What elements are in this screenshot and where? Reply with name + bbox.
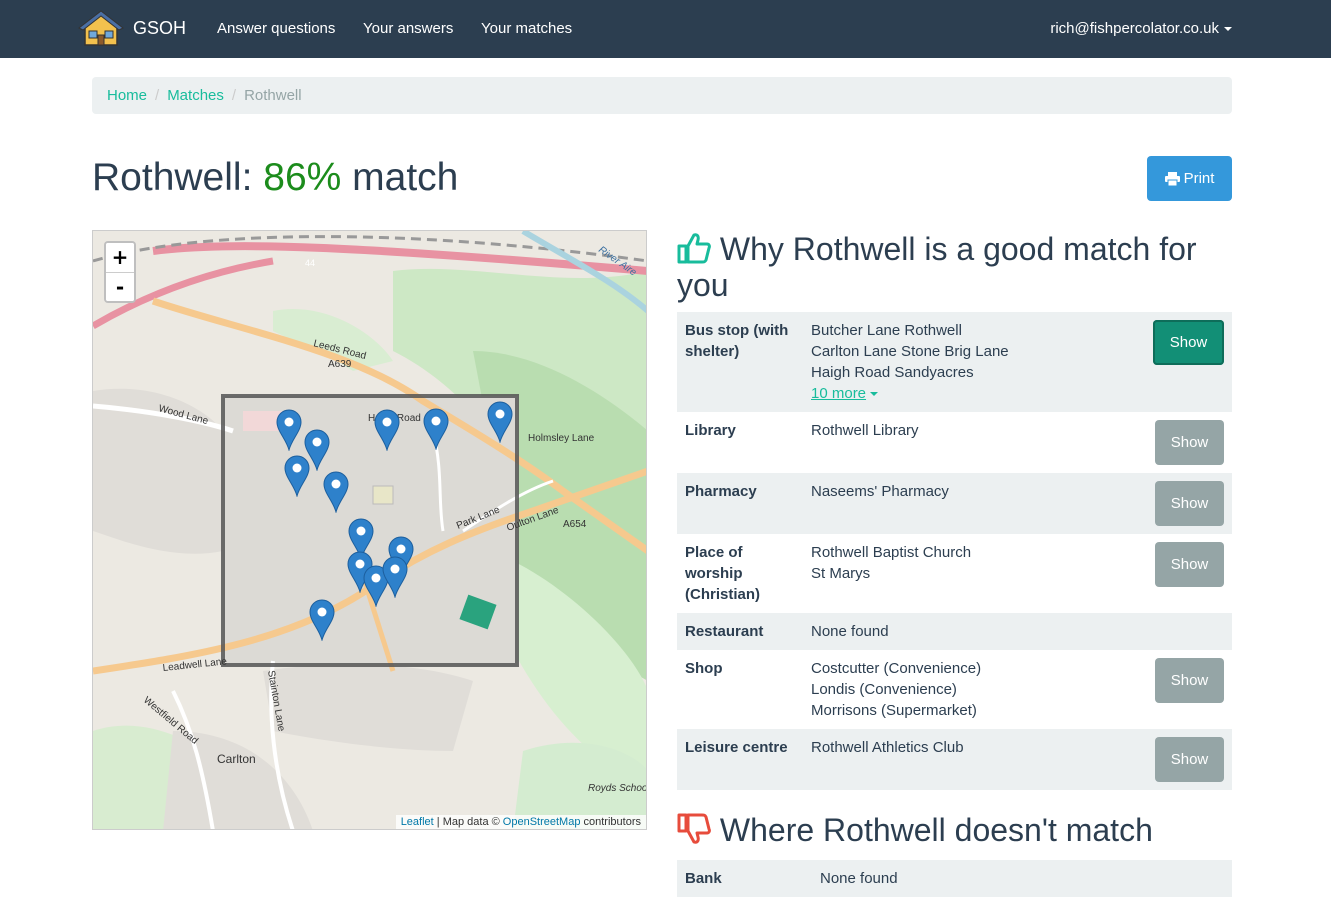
table-row: Restaurant None found [677,613,1232,650]
list-item: Naseems' Pharmacy [811,483,949,500]
show-button[interactable]: Show [1155,481,1224,526]
category-label: Pharmacy [685,483,757,500]
table-row: Shop Costcutter (Convenience) Londis (Co… [677,650,1232,729]
attribution-contributors: contributors [583,816,641,828]
list-item: None found [811,623,889,640]
map-marker-icon[interactable] [284,455,310,502]
title-place: Rothwell: [92,156,253,199]
navbar: GSOH Answer questions Your answers Your … [0,0,1331,58]
place-label: Carlton [217,752,256,766]
breadcrumb: Home / Matches / Rothwell [92,77,1232,114]
list-item: Morrisons (Supermarket) [811,702,977,719]
map-marker-icon[interactable] [374,409,400,456]
thumbs-up-icon [677,233,711,264]
show-button[interactable]: Show [1153,320,1224,365]
list-item: Londis (Convenience) [811,681,957,698]
zoom-control: + - [104,241,136,303]
map-attribution: Leaflet | Map data © OpenStreetMap contr… [395,815,646,829]
user-email: rich@fishpercolator.co.uk [1050,20,1219,37]
category-label: Place of worship (Christian) [685,544,760,603]
more-link[interactable]: 10 more [811,385,879,402]
table-row: Bus stop (with shelter) Butcher Lane Rot… [677,312,1232,412]
attribution-text: | Map data © [436,816,500,828]
list-item: Rothwell Baptist Church [811,544,972,561]
category-label: Leisure centre [685,739,788,756]
category-label: Restaurant [685,623,764,640]
place-label: Royds School [588,783,647,794]
print-button[interactable]: Print [1147,156,1232,201]
print-label: Print [1183,170,1215,187]
map-marker-icon[interactable] [323,471,349,518]
road-label: A654 [563,519,587,530]
category-label: Library [685,422,736,439]
road-number: 44 [305,258,315,268]
show-button[interactable]: Show [1155,658,1224,703]
bad-match-table: Bank None found [677,860,1232,897]
table-row: Leisure centre Rothwell Athletics Club S… [677,729,1232,790]
list-item: Costcutter (Convenience) [811,660,982,677]
breadcrumb-home[interactable]: Home [107,87,147,104]
list-item: Butcher Lane Rothwell [811,322,962,339]
zoom-out-button[interactable]: - [106,272,134,301]
items-cell: Butcher Lane Rothwell Carlton Lane Stone… [803,312,1145,412]
table-row: Pharmacy Naseems' Pharmacy Show [677,473,1232,534]
good-match-heading: Why Rothwell is a good match for you [677,231,1232,303]
table-row: Library Rothwell Library Show [677,412,1232,473]
zoom-in-button[interactable]: + [106,243,134,272]
printer-icon [1164,171,1180,186]
page-title: Rothwell: 86% match [92,152,458,204]
good-match-title: Why Rothwell is a good match for you [677,231,1197,303]
list-item: Haigh Road Sandyacres [811,364,974,381]
brand-name[interactable]: GSOH [133,18,186,39]
match-percent: 86% [263,156,342,199]
show-button[interactable]: Show [1155,420,1224,465]
caret-down-icon [870,392,879,397]
list-item: St Marys [811,565,871,582]
breadcrumb-current: Rothwell [244,87,302,104]
user-menu[interactable]: rich@fishpercolator.co.uk [1050,20,1232,37]
bad-match-title: Where Rothwell doesn't match [719,812,1153,848]
breadcrumb-matches[interactable]: Matches [167,87,224,104]
osm-link[interactable]: OpenStreetMap [503,816,581,828]
map-marker-icon[interactable] [382,556,408,603]
road-label: A639 [328,359,352,370]
map-marker-icon[interactable] [276,409,302,456]
caret-down-icon [1224,27,1232,32]
list-item: Rothwell Library [811,422,919,439]
thumbs-down-icon [677,813,711,844]
table-row: Place of worship (Christian) Rothwell Ba… [677,534,1232,613]
map-marker-icon[interactable] [487,401,513,448]
show-button[interactable]: Show [1155,542,1224,587]
nav-answer-questions[interactable]: Answer questions [217,20,335,37]
list-item: Rothwell Athletics Club [811,739,964,756]
nav-your-matches[interactable]: Your matches [481,20,572,37]
breadcrumb-separator: / [231,87,237,104]
show-button[interactable]: Show [1155,737,1224,782]
bad-match-heading: Where Rothwell doesn't match [677,812,1153,848]
category-label: Bank [685,870,722,887]
title-suffix: match [352,156,459,199]
leaflet-link[interactable]: Leaflet [401,816,434,828]
good-match-table: Bus stop (with shelter) Butcher Lane Rot… [677,312,1232,790]
house-logo-icon[interactable] [77,9,125,47]
category-label: Bus stop (with shelter) [685,322,789,360]
map-marker-icon[interactable] [309,599,335,646]
nav-your-answers[interactable]: Your answers [363,20,453,37]
list-item: Carlton Lane Stone Brig Lane [811,343,1009,360]
map[interactable]: Leeds Road A639 Wood Lane Haigh Road Hol… [92,230,647,830]
breadcrumb-separator: / [155,87,160,104]
table-row: Bank None found [677,860,1232,897]
map-marker-icon[interactable] [423,408,449,455]
list-item: None found [820,870,898,887]
category-label: Shop [685,660,723,677]
road-label: Holmsley Lane [528,433,595,444]
